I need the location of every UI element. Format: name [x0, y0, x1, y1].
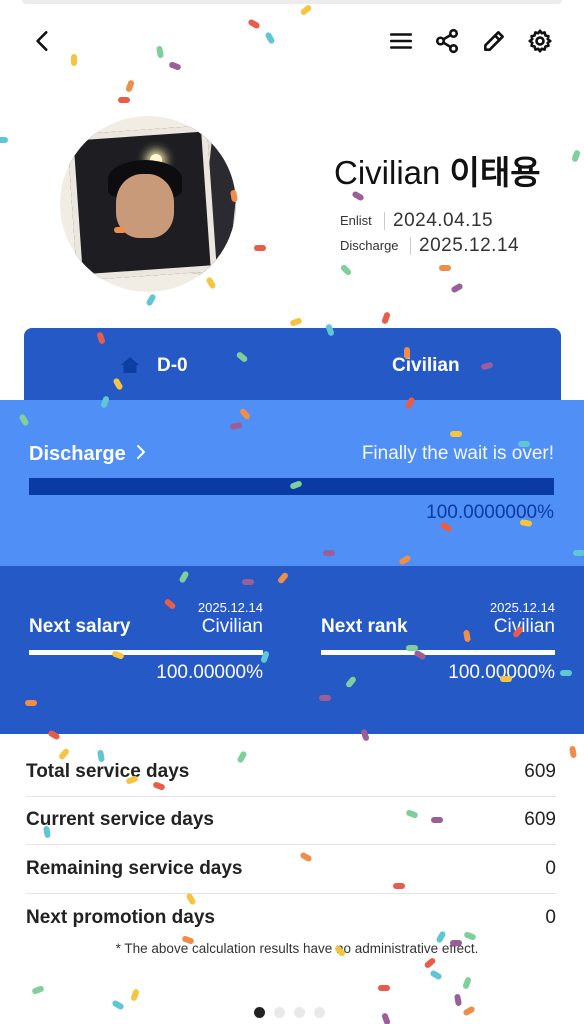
avatar-face — [116, 174, 174, 238]
profile-person-name: 이태용 — [449, 154, 541, 191]
page-indicator[interactable] — [254, 1007, 325, 1018]
confetti-piece — [146, 294, 156, 306]
next-rank-title: Next rank — [321, 616, 408, 637]
confetti-piece — [112, 1000, 124, 1010]
list-item: Remaining service days 0 — [26, 845, 556, 894]
divider — [384, 211, 385, 230]
confetti-piece — [290, 317, 302, 327]
next-salary-title: Next salary — [29, 616, 131, 637]
next-salary-percent: 100.00000% — [156, 662, 263, 683]
chevron-left-icon — [36, 31, 48, 51]
next-salary-card[interactable]: 2025.12.14 Next salary Civilian 100.0000… — [29, 566, 263, 734]
confetti-piece — [454, 994, 462, 1006]
page-dot[interactable] — [274, 1007, 285, 1018]
page-dot[interactable] — [254, 1007, 265, 1018]
confetti-piece — [430, 970, 442, 980]
dday-status: Civilian — [392, 355, 460, 376]
page-dot[interactable] — [314, 1007, 325, 1018]
confetti-piece — [254, 245, 266, 251]
next-rank-progress-bar — [321, 650, 555, 655]
stat-label: Current service days — [26, 809, 214, 831]
stat-label: Remaining service days — [26, 857, 243, 879]
edit-button[interactable] — [479, 26, 509, 56]
stat-value: 609 — [524, 809, 556, 831]
confetti-piece — [463, 1006, 475, 1016]
list-item: Current service days 609 — [26, 797, 556, 845]
service-dates: Enlist 2024.04.15 Discharge 2025.12.14 — [340, 208, 570, 258]
discharge-date: 2025.12.14 — [419, 234, 520, 256]
next-salary-date: 2025.12.14 — [197, 600, 263, 615]
page-dot[interactable] — [294, 1007, 305, 1018]
next-rank-value: Civilian — [493, 616, 555, 637]
enlist-row: Enlist 2024.04.15 — [340, 208, 570, 233]
discharge-link-label: Discharge — [29, 443, 126, 465]
pencil-icon — [484, 31, 504, 51]
discharge-message: Finally the wait is over! — [361, 443, 554, 464]
confetti-piece — [439, 265, 451, 271]
next-section: 2025.12.14 Next salary Civilian 100.0000… — [0, 566, 584, 734]
discharge-percent: 100.0000000% — [426, 502, 554, 523]
list-item: Next promotion days 0 — [26, 894, 556, 943]
discharge-progress-fill — [29, 478, 554, 495]
back-button[interactable] — [28, 26, 58, 56]
stat-label: Total service days — [26, 760, 190, 782]
next-rank-percent: 100.00000% — [448, 662, 555, 683]
discharge-row: Discharge 2025.12.14 — [340, 233, 570, 258]
hamburger-menu-icon — [389, 33, 413, 49]
menu-button[interactable] — [386, 26, 416, 56]
header — [0, 0, 584, 80]
confetti-piece — [381, 1013, 391, 1024]
confetti-piece — [130, 989, 140, 1001]
next-rank-progress-fill — [321, 650, 555, 655]
share-icon — [435, 28, 459, 54]
discharge-progress-section: Discharge Finally the wait is over! 100.… — [0, 400, 584, 566]
enlist-label: Enlist — [340, 213, 372, 228]
confetti-piece — [381, 312, 391, 324]
confetti-piece — [0, 137, 8, 143]
confetti-piece — [462, 977, 472, 989]
divider — [410, 236, 411, 255]
next-salary-value: Civilian — [201, 616, 263, 637]
disclaimer-text: * The above calculation results have no … — [115, 941, 479, 956]
stat-value: 0 — [545, 906, 556, 928]
confetti-piece — [451, 283, 463, 293]
settings-button[interactable] — [525, 26, 555, 56]
confetti-piece — [118, 97, 130, 103]
stat-label: Next promotion days — [26, 906, 215, 928]
home-icon — [121, 357, 139, 373]
dday-text: D-0 — [157, 355, 188, 376]
discharge-label: Discharge — [340, 238, 399, 253]
confetti-piece — [206, 277, 216, 289]
confetti-piece — [340, 264, 352, 276]
dday-card[interactable]: D-0 Civilian — [24, 328, 561, 404]
list-item: Total service days 609 — [26, 748, 556, 797]
profile-rank: Civilian — [334, 154, 441, 191]
next-rank-card[interactable]: 2025.12.14 Next rank Civilian 100.00000% — [321, 566, 555, 734]
enlist-date: 2024.04.15 — [393, 209, 494, 231]
profile-name: Civilian 이태용 — [334, 146, 541, 194]
confetti-piece — [378, 985, 390, 991]
discharge-progress-bar — [29, 478, 554, 495]
next-salary-progress-fill — [29, 650, 263, 655]
discharge-link[interactable]: Discharge — [29, 443, 147, 466]
stat-value: 609 — [524, 760, 556, 782]
share-button[interactable] — [432, 26, 462, 56]
chevron-right-icon — [137, 445, 146, 459]
next-salary-progress-bar — [29, 650, 263, 655]
confetti-piece — [569, 746, 577, 758]
confetti-piece — [125, 80, 135, 92]
confetti-piece — [32, 985, 44, 995]
profile-avatar[interactable] — [60, 116, 236, 292]
confetti-piece — [571, 150, 581, 162]
next-rank-date: 2025.12.14 — [489, 600, 555, 615]
stat-value: 0 — [545, 857, 556, 879]
confetti-piece — [424, 958, 436, 968]
service-stats-list: Total service days 609 Current service d… — [26, 748, 556, 942]
gear-icon — [528, 29, 552, 53]
